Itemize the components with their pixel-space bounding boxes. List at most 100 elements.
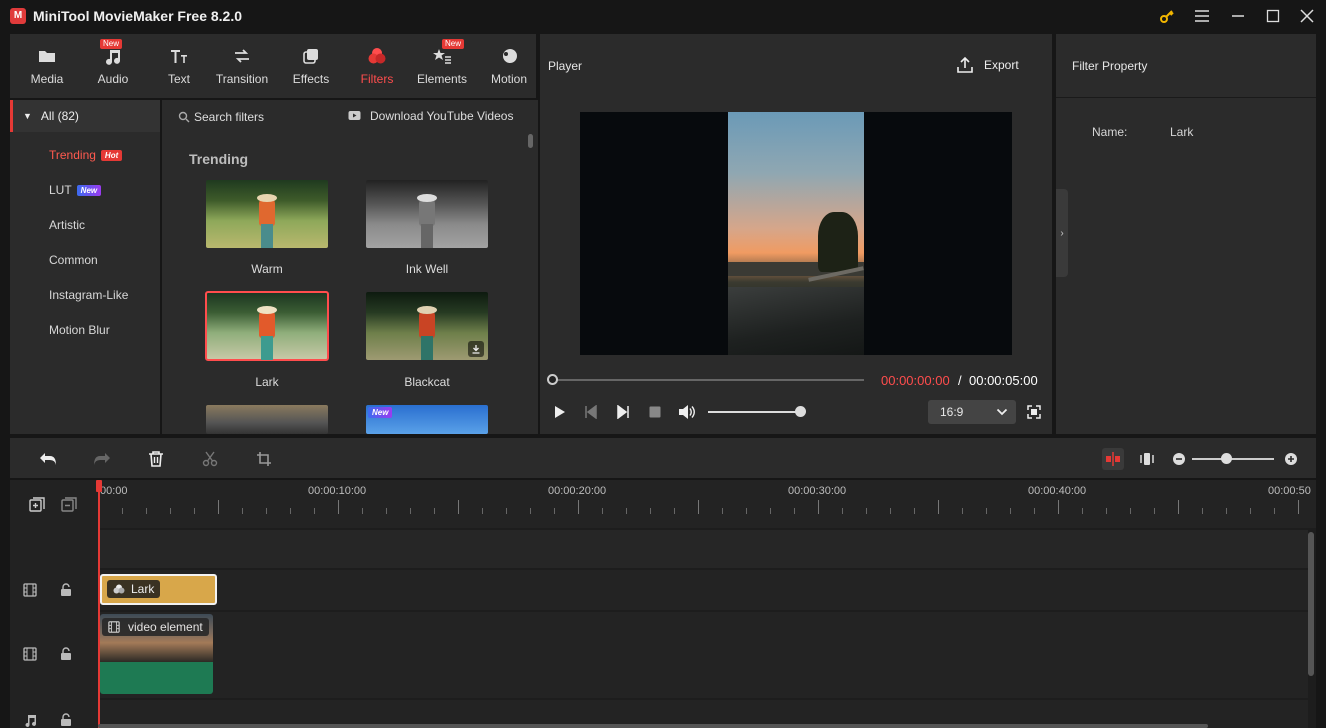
add-track-icon[interactable]	[29, 497, 45, 513]
nav-item-common[interactable]: Common	[49, 253, 98, 267]
export-button[interactable]: Export	[956, 56, 1019, 74]
search-filters[interactable]: Search filters	[178, 110, 264, 124]
unlock-icon[interactable]	[58, 712, 74, 728]
ruler-tick	[962, 508, 963, 514]
key-icon[interactable]	[1150, 4, 1184, 28]
filter-label: Warm	[251, 262, 283, 276]
download-youtube-button[interactable]: Download YouTube Videos	[348, 109, 513, 123]
filter-thumb-ink-well[interactable]	[366, 180, 488, 248]
tool-audio[interactable]: New Audio	[91, 34, 135, 98]
unlock-icon[interactable]	[58, 646, 74, 662]
minimize-icon[interactable]	[1221, 4, 1255, 28]
current-time: 00:00:00:00	[881, 373, 950, 388]
unlock-icon[interactable]	[58, 582, 74, 598]
ruler-tick	[866, 508, 867, 514]
tool-effects[interactable]: Effects	[288, 34, 334, 98]
timeline-vertical-scrollbar[interactable]	[1308, 532, 1314, 676]
nav-item-artistic[interactable]: Artistic	[49, 218, 85, 232]
redo-button[interactable]	[91, 448, 113, 470]
tool-filters[interactable]: Filters	[355, 34, 399, 98]
menu-icon[interactable]	[1185, 4, 1219, 28]
tool-transition[interactable]: Transition	[212, 34, 272, 98]
track-headers	[10, 480, 98, 728]
tool-media[interactable]: Media	[25, 34, 69, 98]
tool-text[interactable]: Text	[157, 34, 201, 98]
remove-track-icon[interactable]	[61, 497, 77, 513]
undo-button[interactable]	[37, 448, 59, 470]
volume-slider[interactable]	[708, 411, 800, 413]
split-button[interactable]	[199, 448, 221, 470]
playhead[interactable]	[98, 480, 100, 728]
aspect-ratio-select[interactable]: 16:9	[928, 400, 1016, 424]
main-toolbar: Media New Audio Text Transition Effects …	[10, 34, 536, 98]
previous-frame-button[interactable]	[581, 402, 601, 422]
export-icon	[957, 56, 973, 73]
ruler-tick	[818, 500, 819, 514]
video-frame	[728, 112, 864, 355]
ruler-tick	[266, 508, 267, 514]
time-ruler[interactable]: 00:00 00:00:10:00 00:00:20:00 00:00:30:0…	[98, 480, 1316, 528]
ruler-tick	[890, 508, 891, 514]
timeline-horizontal-scrollbar[interactable]	[98, 724, 1208, 728]
progress-track[interactable]	[552, 379, 864, 381]
zoom-slider[interactable]	[1192, 458, 1274, 460]
tool-elements[interactable]: New Elements	[413, 34, 471, 98]
fit-timeline-button[interactable]	[1136, 448, 1158, 470]
close-icon[interactable]	[1290, 4, 1324, 28]
next-frame-button[interactable]	[613, 402, 633, 422]
tool-label: Audio	[97, 72, 129, 86]
filter-scrollbar[interactable]	[528, 134, 533, 148]
new-badge: New	[100, 39, 123, 49]
zoom-out-button[interactable]	[1168, 448, 1190, 470]
track-row-video[interactable]	[98, 612, 1308, 698]
snap-toggle-button[interactable]	[1102, 448, 1124, 470]
nav-all-filters[interactable]: ▼ All (82)	[10, 100, 160, 132]
nav-item-lut[interactable]: LUT New	[49, 183, 102, 197]
ruler-tick	[986, 508, 987, 514]
collapse-panel-button[interactable]: ›	[1056, 189, 1068, 277]
ruler-tick	[194, 508, 195, 514]
caret-down-icon: ▼	[23, 111, 32, 121]
ruler-tick	[794, 508, 795, 514]
filters-circles-icon	[368, 48, 386, 64]
nav-item-trending[interactable]: Trending Hot	[49, 148, 123, 162]
tool-label: Transition	[215, 72, 269, 86]
volume-handle[interactable]	[795, 406, 806, 417]
filter-thumb-lark[interactable]	[205, 291, 329, 361]
ruler-tick	[1082, 508, 1083, 514]
play-button[interactable]	[549, 402, 569, 422]
app-title: MiniTool MovieMaker Free 8.2.0	[33, 8, 243, 24]
filter-thumb-blackcat[interactable]	[366, 292, 488, 360]
video-preview	[580, 112, 1012, 355]
undo-icon	[40, 453, 56, 465]
progress-handle[interactable]	[547, 374, 558, 385]
transition-arrows-icon	[235, 49, 249, 63]
filter-thumb-partial[interactable]: New	[366, 405, 488, 434]
playhead-handle[interactable]	[96, 480, 102, 492]
crop-icon	[257, 452, 271, 466]
track-row-empty[interactable]	[98, 530, 1308, 568]
nav-item-instagram-like[interactable]: Instagram-Like	[49, 288, 128, 302]
zoom-handle[interactable]	[1221, 453, 1232, 464]
ruler-tick	[338, 500, 339, 514]
video-clip[interactable]: video element	[100, 614, 213, 694]
ruler-tick	[578, 500, 579, 514]
time-separator: /	[958, 373, 962, 388]
filter-thumb-warm[interactable]	[206, 180, 328, 248]
filter-category-nav: ▼ All (82) Trending Hot LUT New Artistic…	[10, 100, 160, 434]
track-row-filter[interactable]	[98, 570, 1308, 610]
filter-thumb-partial[interactable]	[206, 405, 328, 434]
tool-motion[interactable]: Motion	[485, 34, 533, 98]
maximize-icon[interactable]	[1256, 4, 1290, 28]
delete-button[interactable]	[145, 448, 167, 470]
filter-clip[interactable]: Lark	[100, 574, 217, 605]
crop-button[interactable]	[253, 448, 275, 470]
ruler-tick	[1154, 508, 1155, 514]
youtube-download-icon	[348, 111, 361, 120]
download-icon[interactable]	[468, 341, 484, 357]
fullscreen-button[interactable]	[1024, 402, 1044, 422]
nav-item-motion-blur[interactable]: Motion Blur	[49, 323, 110, 337]
stop-button[interactable]	[645, 402, 665, 422]
volume-button[interactable]	[677, 402, 697, 422]
zoom-in-button[interactable]	[1280, 448, 1302, 470]
